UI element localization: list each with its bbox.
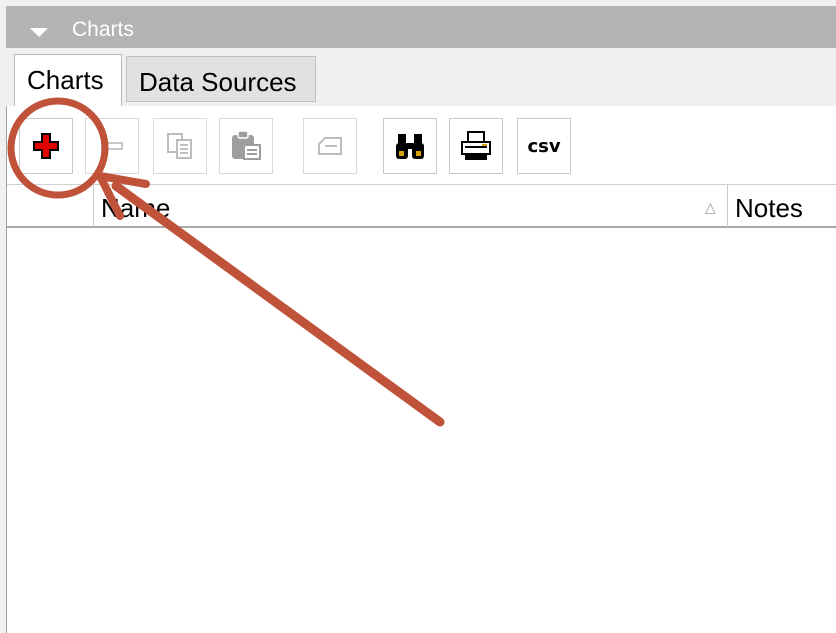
tab-data-sources[interactable]: Data Sources (126, 56, 316, 102)
paste-icon (232, 130, 261, 160)
print-button[interactable] (449, 118, 503, 174)
collapse-triangle-icon[interactable] (30, 28, 48, 37)
toolbar: csv (7, 106, 836, 184)
copy-icon (167, 133, 192, 159)
remove-button[interactable] (85, 118, 139, 174)
edit-icon (318, 137, 342, 155)
grid-header: Name △ Notes (7, 184, 836, 228)
find-button[interactable] (383, 118, 437, 174)
column-header-notes[interactable]: Notes (735, 193, 803, 224)
panel-title: Charts (72, 18, 134, 41)
grid-body[interactable] (7, 228, 836, 633)
add-icon (33, 133, 59, 159)
panel-header[interactable]: Charts (6, 6, 836, 48)
sort-ascending-icon: △ (705, 199, 716, 215)
csv-icon: csv (527, 135, 561, 157)
print-icon (461, 131, 491, 160)
tab-charts[interactable]: Charts (14, 54, 122, 108)
tab-bar: Charts Data Sources (6, 48, 836, 108)
copy-button[interactable] (153, 118, 207, 174)
column-separator[interactable] (93, 185, 94, 227)
add-button[interactable] (19, 118, 73, 174)
charts-pane: csv Name △ Notes (6, 106, 836, 633)
column-separator[interactable] (727, 185, 728, 227)
binoculars-icon (396, 134, 424, 159)
paste-button[interactable] (219, 118, 273, 174)
column-header-name[interactable]: Name (101, 193, 170, 224)
csv-export-button[interactable]: csv (517, 118, 571, 174)
remove-icon (101, 142, 123, 150)
edit-button[interactable] (303, 118, 357, 174)
